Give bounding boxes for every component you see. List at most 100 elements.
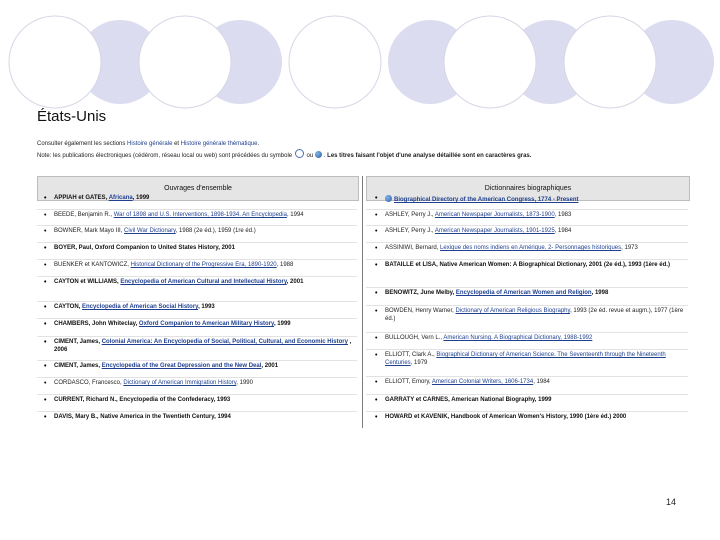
title-link[interactable]: Encyclopedia of the Great Depression and… — [102, 363, 262, 369]
title-link[interactable]: American Newspaper Journalists, 1873-190… — [435, 212, 555, 218]
left-entry: • APPIAH et GATES, Africana, 1999 — [44, 195, 150, 202]
title-link[interactable]: Colonial America: An Encyclopedia of Soc… — [102, 339, 348, 345]
bullet-icon: • — [44, 195, 47, 202]
right-entry: • ASSINIWI, Bernard, Lexique des noms ind… — [375, 245, 638, 252]
bullet-icon: • — [375, 290, 378, 297]
row-separator — [366, 225, 688, 226]
bullet-icon: • — [44, 262, 47, 269]
row-separator — [366, 305, 688, 306]
column-divider — [362, 176, 363, 428]
right-entry: • GARRATY et CARNES, American National Bi… — [375, 397, 552, 404]
title-link[interactable]: Lexique des noms indiens en Amérique. 2-… — [440, 245, 621, 251]
bullet-icon: • — [375, 262, 378, 269]
row-separator — [37, 209, 357, 210]
title-link[interactable]: Oxford Companion to American Military Hi… — [139, 321, 274, 327]
title-link[interactable]: Encyclopedia of American Social History — [82, 304, 198, 310]
bullet-icon: • — [44, 212, 47, 219]
bullet-icon: • — [44, 380, 47, 387]
row-separator — [37, 411, 357, 412]
bullet-icon: • — [375, 195, 378, 202]
bullet-icon: • — [44, 339, 47, 346]
row-separator — [37, 259, 357, 260]
bullet-icon: • — [375, 352, 378, 359]
row-separator — [366, 349, 688, 350]
bullet-icon: • — [375, 414, 378, 421]
bullet-icon: • — [44, 245, 47, 252]
intro-text: Consulter également les sections Histoir… — [37, 140, 687, 161]
row-separator — [366, 411, 688, 412]
right-entry: • BULLOUGH, Vern L., American Nursing. A … — [375, 335, 593, 342]
row-separator — [37, 225, 357, 226]
bullet-icon: • — [44, 321, 47, 328]
row-separator — [37, 276, 357, 277]
bibliography-table: Ouvrages d'ensemble Dictionnaires biogra… — [37, 176, 690, 428]
left-entry: • BOWNER, Mark Mayo III, Civil War Dictio… — [44, 228, 256, 235]
cdrom-icon — [294, 149, 304, 158]
title-link[interactable]: Dictionary of American Immigration Histo… — [123, 380, 236, 386]
title-link[interactable]: Encyclopedia of American Women and Relig… — [456, 290, 592, 296]
row-separator — [37, 377, 357, 378]
link-histoire-generale[interactable]: Histoire générale — [127, 141, 172, 147]
title-link[interactable]: American Colonial Writers, 1606-1734 — [432, 379, 533, 385]
left-entry: • DAVIS, Mary B., Native America in the T… — [44, 414, 231, 421]
title-link[interactable]: American Nursing. A Biographical Diction… — [443, 335, 592, 341]
row-separator — [366, 394, 688, 395]
left-entry: • CIMENT, James, Colonial America: An Enc… — [44, 339, 352, 353]
intro-line-1: Consulter également les sections Histoir… — [37, 141, 260, 147]
left-entry: • CAYTON, Encyclopedia of American Social… — [44, 304, 215, 311]
page-title: États-Unis — [37, 108, 107, 125]
row-separator — [366, 376, 688, 377]
left-entry: • BEEDE, Benjamin R., War of 1898 and U.S… — [44, 212, 304, 219]
bullet-icon: • — [375, 308, 378, 315]
row-separator — [366, 287, 688, 288]
right-entry: • Biographical Directory of the American … — [375, 195, 685, 205]
row-separator — [37, 360, 357, 361]
row-separator — [366, 332, 688, 333]
right-entry: • BOWDEN, Henry Warner, Dictionary of Ame… — [375, 308, 684, 322]
title-link[interactable]: Historical Dictionary of the Progressive… — [131, 262, 277, 268]
row-separator — [366, 209, 688, 210]
bullet-icon: • — [375, 379, 378, 386]
row-separator — [37, 301, 357, 302]
bullet-icon: • — [44, 397, 47, 404]
row-separator — [37, 394, 357, 395]
left-entry: • CAYTON et WILLIAMS, Encyclopedia of Ame… — [44, 279, 304, 286]
left-entry: • CHAMBERS, John Whiteclay, Oxford Compan… — [44, 321, 291, 328]
title-link[interactable]: War of 1898 and U.S. Interventions, 1898… — [114, 212, 287, 218]
bullet-icon: • — [44, 304, 47, 311]
right-entry: • BATAILLE et LISA, Native American Women… — [375, 262, 670, 269]
bullet-icon: • — [375, 335, 378, 342]
bullet-icon: • — [44, 414, 47, 421]
right-entry: • BENOWITZ, June Melby, Encyclopedia of A… — [375, 290, 609, 297]
web-globe-icon — [314, 151, 322, 158]
bullet-icon: • — [375, 245, 378, 252]
title-link[interactable]: Africana — [109, 195, 133, 201]
right-entry: • ELLIOTT, Emory, American Colonial Write… — [375, 379, 550, 386]
web-globe-icon — [385, 195, 392, 202]
title-link[interactable]: Encyclopedia of American Cultural and In… — [120, 279, 286, 285]
right-entry: • ASHLEY, Perry J., American Newspaper Jo… — [375, 228, 572, 235]
link-histoire-thematique[interactable]: Histoire générale thématique — [181, 141, 258, 147]
intro-line-2: Note: les publications électroniques (cé… — [37, 149, 687, 161]
row-separator — [366, 242, 688, 243]
bullet-icon: • — [375, 228, 378, 235]
bullet-icon: • — [375, 397, 378, 404]
left-entry: • BUENKER et KANTOWICZ, Historical Dictio… — [44, 262, 294, 269]
title-link[interactable]: Dictionary of American Religious Biograp… — [455, 308, 570, 314]
right-entry: • ELLIOTT, Clark A., Biographical Diction… — [375, 352, 666, 366]
title-link[interactable]: Civil War Dictionary — [124, 228, 176, 234]
bullet-icon: • — [44, 228, 47, 235]
left-entry: • BOYER, Paul, Oxford Companion to United… — [44, 245, 235, 252]
left-entry: • CIMENT, James, Encyclopedia of the Grea… — [44, 363, 279, 370]
header-decoration — [8, 15, 714, 109]
row-separator — [37, 318, 357, 319]
title-link[interactable]: Biographical Directory of the American C… — [394, 197, 579, 203]
right-entry: • HOWARD et KAVENIK, Handbook of American… — [375, 414, 627, 421]
row-separator — [37, 336, 357, 337]
bullet-icon: • — [44, 279, 47, 286]
bullet-icon: • — [375, 212, 378, 219]
row-separator — [366, 259, 688, 260]
row-separator — [37, 242, 357, 243]
bullet-icon: • — [44, 363, 47, 370]
title-link[interactable]: American Newspaper Journalists, 1901-192… — [435, 228, 555, 234]
